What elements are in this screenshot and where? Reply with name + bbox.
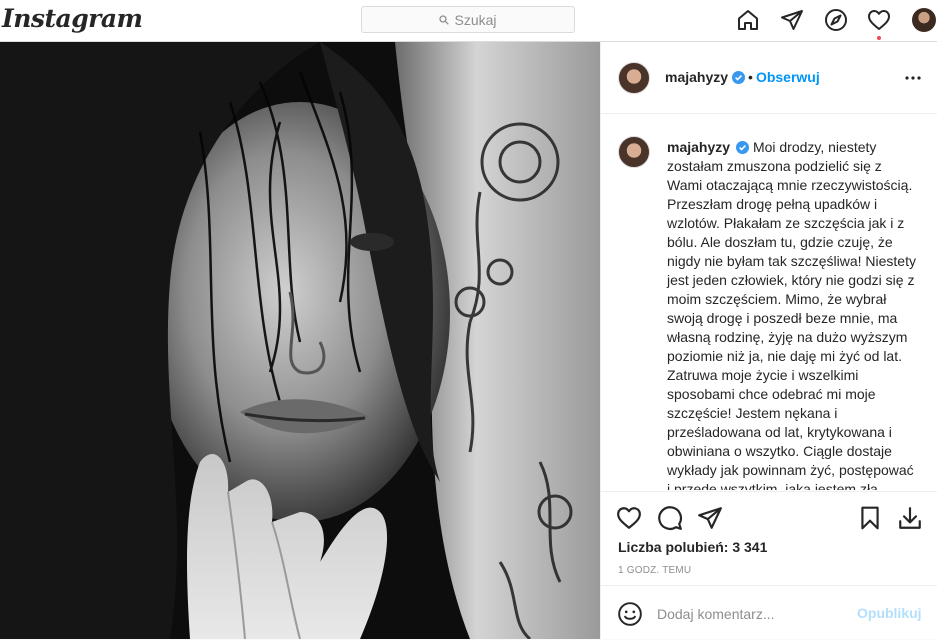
post-timestamp[interactable]: 1 godz. temu xyxy=(618,565,691,576)
comment-input[interactable] xyxy=(657,604,847,624)
likes-count[interactable]: Liczba polubień: 3 341 xyxy=(618,539,767,555)
more-options-icon[interactable] xyxy=(901,66,925,90)
add-comment-bar: Opublikuj xyxy=(601,585,937,640)
notification-dot xyxy=(877,36,881,40)
publish-comment-button[interactable]: Opublikuj xyxy=(857,605,922,621)
author-username[interactable]: majahyzy xyxy=(665,69,728,85)
search-icon xyxy=(439,14,450,25)
post-actions-section: Liczba polubień: 3 341 1 godz. temu Opub… xyxy=(601,491,937,639)
follow-button[interactable]: Obserwuj xyxy=(756,69,820,85)
post-photo[interactable] xyxy=(0,42,600,639)
explore-icon[interactable] xyxy=(824,8,848,32)
caption-author-avatar[interactable] xyxy=(618,136,650,168)
caption-body: Moi drodzy, niestety zostałam zmuszona p… xyxy=(667,139,916,490)
author-line: majahyzy • Obserwuj xyxy=(665,69,820,87)
verified-badge-icon xyxy=(736,141,750,154)
like-heart-icon[interactable] xyxy=(616,505,642,531)
verified-badge-icon xyxy=(732,71,746,84)
portrait-image xyxy=(0,42,600,639)
direct-icon[interactable] xyxy=(780,8,804,32)
activity-heart-icon[interactable] xyxy=(867,8,891,32)
caption-username[interactable]: majahyzy xyxy=(667,139,730,155)
share-icon[interactable] xyxy=(697,505,723,531)
search-box[interactable]: Szukaj xyxy=(361,6,575,33)
caption-text-block: majahyzy Moi drodzy, niestety zostałam z… xyxy=(667,138,917,490)
save-bookmark-icon[interactable] xyxy=(857,505,883,531)
separator-dot: • xyxy=(748,69,753,85)
emoji-icon[interactable] xyxy=(617,601,643,627)
top-navigation-bar: Instagram Szukaj xyxy=(0,0,937,42)
download-icon[interactable] xyxy=(897,505,923,531)
profile-avatar[interactable] xyxy=(912,8,936,32)
search-placeholder: Szukaj xyxy=(454,11,497,28)
post-side-panel: majahyzy • Obserwuj majahyzy Moi drodzy, n… xyxy=(600,42,937,639)
author-avatar[interactable] xyxy=(618,62,650,94)
comments-scroll-area[interactable]: majahyzy Moi drodzy, niestety zostałam z… xyxy=(601,115,937,490)
home-icon[interactable] xyxy=(736,8,760,32)
instagram-logo[interactable]: Instagram xyxy=(2,4,143,33)
comment-icon[interactable] xyxy=(657,505,683,531)
post-header: majahyzy • Obserwuj xyxy=(601,42,937,114)
